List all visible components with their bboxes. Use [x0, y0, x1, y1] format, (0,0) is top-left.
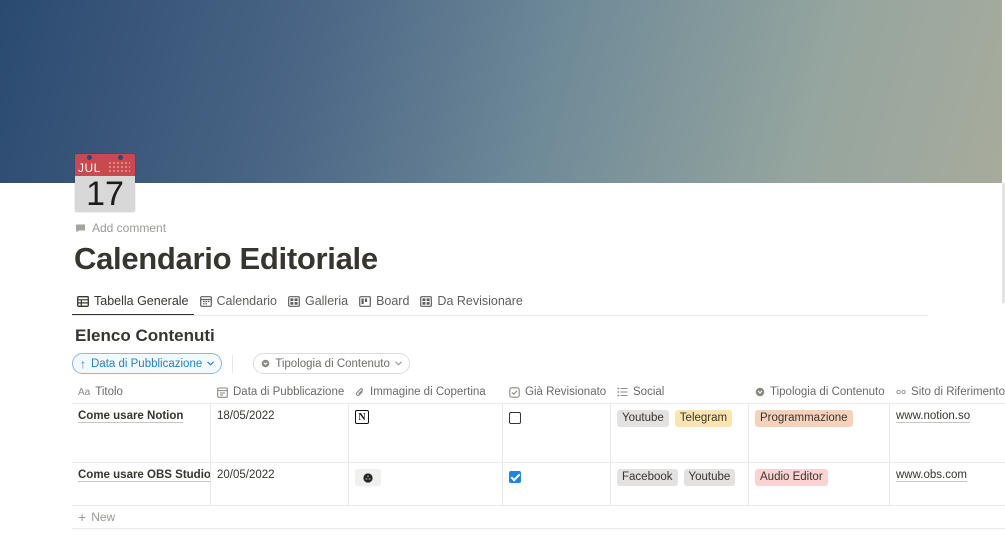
calendar-day: 17 [75, 176, 135, 212]
checkbox-checked[interactable] [509, 471, 521, 483]
database-table: Aa Titolo Data di Pubblicazione Immagine… [72, 381, 1005, 506]
filter-bar: ↑ Data di Pubblicazione Tipologia di Con… [72, 353, 410, 374]
table-icon [77, 295, 89, 307]
chevron-down-icon [207, 361, 215, 366]
tag-tipologia: Programmazione [755, 410, 853, 427]
checkbox[interactable] [509, 412, 521, 424]
multi-select-icon [617, 387, 628, 397]
filter-separator [232, 354, 234, 373]
tag-social: Youtube [683, 469, 736, 486]
tag-social: Youtube [617, 410, 669, 427]
cell-tipologia[interactable]: Audio Editor [749, 463, 890, 505]
select-property-icon [261, 359, 270, 368]
tag-social: Facebook [617, 469, 678, 486]
column-header-data[interactable]: Data di Pubblicazione [211, 381, 349, 403]
table-row[interactable]: Come usare Notion 18/05/2022 N Youtube Te… [72, 404, 1005, 463]
cell-immagine[interactable]: N [349, 404, 503, 462]
checkbox-property-icon [509, 386, 520, 398]
cell-titolo[interactable]: Come usare Notion [72, 404, 211, 462]
tab-calendario[interactable]: Calendario [195, 289, 282, 315]
calendar-month: JUL [78, 161, 101, 175]
site-link[interactable]: www.obs.com [896, 469, 967, 482]
table-row[interactable]: Come usare OBS Studio 20/05/2022 Faceboo… [72, 463, 1005, 506]
column-header-titolo[interactable]: Aa Titolo [72, 381, 211, 403]
tag-tipologia: Audio Editor [755, 469, 828, 486]
column-header-immagine[interactable]: Immagine di Copertina [349, 381, 503, 403]
gallery-icon [420, 295, 433, 307]
cell-immagine[interactable] [349, 463, 503, 505]
calendar-view-icon [199, 295, 212, 307]
new-row-label: New [91, 510, 116, 524]
filter-chip[interactable]: Tipologia di Contenuto [253, 353, 410, 374]
new-row-button[interactable]: + New [72, 506, 1005, 529]
sort-chip[interactable]: ↑ Data di Pubblicazione [72, 353, 223, 374]
view-tabs: Tabella Generale Calendario Galleria Boa… [72, 289, 529, 316]
tab-label: Da Revisionare [437, 294, 523, 308]
tab-label: Galleria [304, 294, 349, 308]
cell-data[interactable]: 20/05/2022 [211, 463, 349, 505]
gallery-icon [288, 295, 300, 307]
sort-label: Data di Pubblicazione [91, 357, 203, 370]
site-link[interactable]: www.notion.so [896, 410, 971, 423]
chevron-down-icon [395, 361, 402, 366]
tab-board[interactable]: Board [354, 289, 414, 315]
column-header-social[interactable]: Social [611, 381, 749, 403]
filter-label: Tipologia di Contenuto [275, 357, 390, 370]
tabs-divider [72, 315, 928, 316]
text-property-icon: Aa [78, 386, 91, 398]
tab-label: Tabella Generale [94, 294, 189, 308]
cell-data[interactable]: 18/05/2022 [211, 404, 349, 462]
tag-social: Telegram [674, 410, 733, 427]
page-title[interactable]: Calendario Editoriale [74, 241, 378, 277]
url-property-icon [896, 389, 906, 395]
cell-sito[interactable]: www.obs.com [890, 463, 1005, 505]
arrow-up-icon: ↑ [80, 356, 86, 371]
page-icon-calendar[interactable]: JUL 17 [75, 154, 135, 212]
table-header: Aa Titolo Data di Pubblicazione Immagine… [72, 381, 1005, 404]
add-comment-label: Add comment [92, 221, 167, 235]
column-header-tipologia[interactable]: Tipologia di Contenuto [749, 381, 890, 403]
cell-tipologia[interactable]: Programmazione [749, 404, 890, 462]
obs-logo-icon[interactable] [355, 469, 381, 486]
tab-label: Board [376, 294, 410, 308]
add-comment-button[interactable]: Add comment [75, 221, 166, 235]
cell-revisionato[interactable] [503, 463, 611, 505]
attachment-icon [355, 387, 363, 396]
tab-tabella-generale[interactable]: Tabella Generale [72, 289, 194, 316]
tab-da-revisionare[interactable]: Da Revisionare [415, 289, 527, 315]
tab-galleria[interactable]: Galleria [283, 289, 353, 315]
tab-label: Calendario [216, 294, 277, 308]
cover-image [0, 0, 1002, 183]
plus-icon: + [78, 509, 87, 525]
cell-sito[interactable]: www.notion.so [890, 404, 1005, 462]
cell-titolo[interactable]: Come usare OBS Studio [72, 463, 211, 505]
column-header-sito[interactable]: Sito di Riferimento [890, 381, 1005, 403]
cell-social[interactable]: Youtube Telegram [611, 404, 749, 462]
board-icon [359, 295, 371, 307]
database-title[interactable]: Elenco Contenuti [75, 326, 215, 346]
comment-icon [76, 224, 85, 232]
date-property-icon [217, 386, 228, 398]
select-property-icon [755, 387, 765, 397]
notion-logo-icon[interactable]: N [355, 410, 369, 424]
column-header-revisionato[interactable]: Già Revisionato [503, 381, 611, 403]
cell-revisionato[interactable] [503, 404, 611, 462]
cell-social[interactable]: Facebook Youtube [611, 463, 749, 505]
